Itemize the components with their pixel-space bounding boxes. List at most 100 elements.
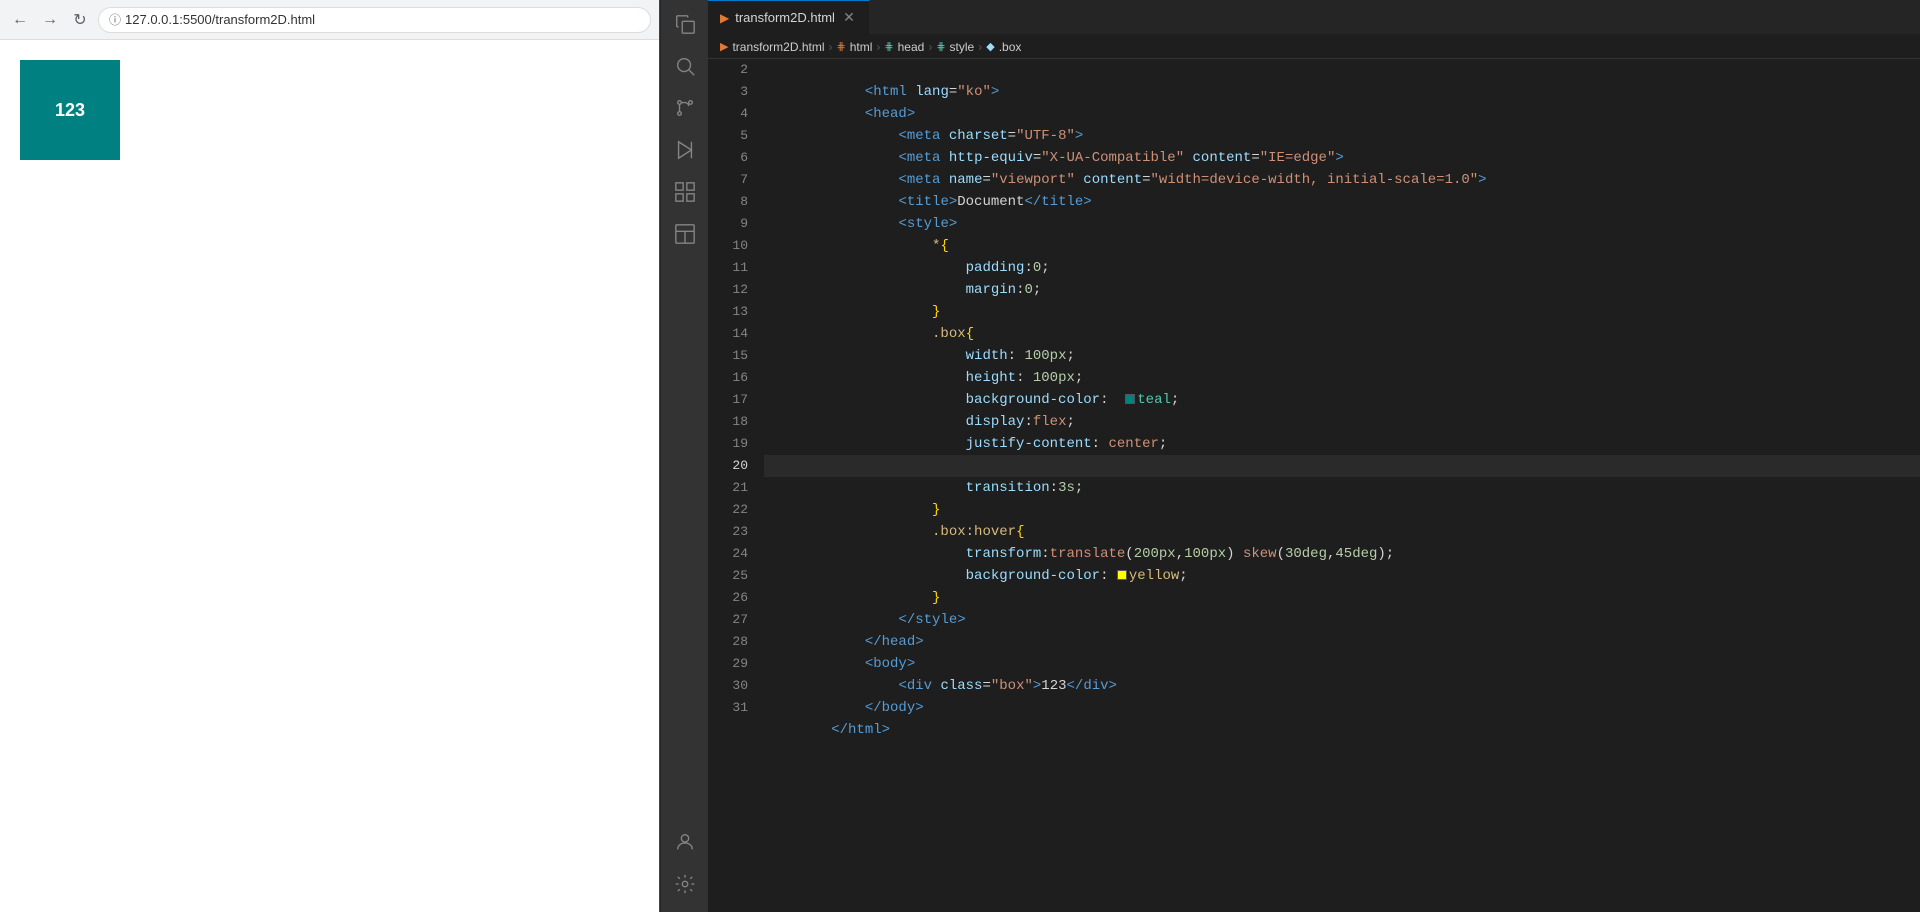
code-line-24: background-color: yellow;	[764, 543, 1920, 565]
code-line-4: <meta charset="UTF-8">	[764, 103, 1920, 125]
ln-18: 18	[708, 411, 748, 433]
code-line-23: transform:translate(200px,100px) skew(30…	[764, 521, 1920, 543]
ln-14: 14	[708, 323, 748, 345]
ln-7: 7	[708, 169, 748, 191]
ln-2: 2	[708, 59, 748, 81]
reload-button[interactable]: ↻	[68, 8, 92, 32]
code-line-2: <html lang="ko">	[764, 59, 1920, 81]
code-line-5: <meta http-equiv="X-UA-Compatible" conte…	[764, 125, 1920, 147]
bc-tag-icon-3: ⋕	[936, 40, 945, 53]
tab-close-button[interactable]: ✕	[841, 10, 857, 26]
url-text: 127.0.0.1:5500/transform2D.html	[125, 12, 315, 27]
code-line-15: height: 100px;	[764, 345, 1920, 367]
bc-style[interactable]: style	[950, 40, 975, 54]
code-line-10: padding:0;	[764, 235, 1920, 257]
ln-10: 10	[708, 235, 748, 257]
ln-4: 4	[708, 103, 748, 125]
bc-sep-2: ›	[876, 40, 880, 54]
browser-toolbar: ← → ↻ ⓘ 127.0.0.1:5500/transform2D.html	[0, 0, 659, 40]
code-content[interactable]: <html lang="ko"> <head> <meta charset="U…	[756, 59, 1920, 912]
account-icon[interactable]	[665, 822, 705, 862]
code-line-12: }	[764, 279, 1920, 301]
code-editor[interactable]: 2 3 4 5 6 7 8 9 10 11 12 13 14 15 16 17 …	[708, 59, 1920, 912]
code-line-6: <meta name="viewport" content="width=dev…	[764, 147, 1920, 169]
ln-30: 30	[708, 675, 748, 697]
tab-label: transform2D.html	[735, 10, 835, 25]
browser-content: 123	[0, 40, 659, 912]
code-line-17: display:flex;	[764, 389, 1920, 411]
ln-11: 11	[708, 257, 748, 279]
ln-6: 6	[708, 147, 748, 169]
ln-15: 15	[708, 345, 748, 367]
bc-head[interactable]: head	[898, 40, 925, 54]
code-line-29: <div class="box">123</div>	[764, 653, 1920, 675]
code-line-27: </head>	[764, 609, 1920, 631]
bc-html-icon: ▶	[720, 40, 728, 53]
code-line-9: *{	[764, 213, 1920, 235]
ln-26: 26	[708, 587, 748, 609]
code-line-3: <head>	[764, 81, 1920, 103]
ln-29: 29	[708, 653, 748, 675]
ln-19: 19	[708, 433, 748, 455]
back-button[interactable]: ←	[8, 8, 32, 32]
bc-dot-icon: ◆	[986, 40, 994, 53]
ln-23: 23	[708, 521, 748, 543]
bc-tag-icon-2: ⋕	[884, 40, 893, 53]
code-line-30: </body>	[764, 675, 1920, 697]
run-debug-icon[interactable]	[665, 130, 705, 170]
tab-bar: ▶ transform2D.html ✕	[708, 0, 1920, 35]
line-numbers: 2 3 4 5 6 7 8 9 10 11 12 13 14 15 16 17 …	[708, 59, 756, 912]
ln-17: 17	[708, 389, 748, 411]
ln-9: 9	[708, 213, 748, 235]
browser-pane: ← → ↻ ⓘ 127.0.0.1:5500/transform2D.html …	[0, 0, 660, 912]
code-line-7: <title>Document</title>	[764, 169, 1920, 191]
code-line-19: align-items: center;	[764, 433, 1920, 455]
code-line-8: <style>	[764, 191, 1920, 213]
ln-13: 13	[708, 301, 748, 323]
ln-8: 8	[708, 191, 748, 213]
ln-12: 12	[708, 279, 748, 301]
bc-box[interactable]: .box	[999, 40, 1022, 54]
lock-icon: ⓘ	[109, 11, 121, 28]
bc-tag-icon-1: ⋕	[837, 40, 846, 53]
code-line-16: background-color: teal;	[764, 367, 1920, 389]
activity-bar	[660, 0, 708, 912]
demo-number: 123	[55, 100, 85, 121]
ln-25: 25	[708, 565, 748, 587]
bc-sep-1: ›	[829, 40, 833, 54]
code-line-31: </html>	[764, 697, 1920, 719]
breadcrumb: ▶ transform2D.html › ⋕ html › ⋕ head › ⋕…	[708, 35, 1920, 59]
code-line-25: }	[764, 565, 1920, 587]
layout-icon[interactable]	[665, 214, 705, 254]
search-icon[interactable]	[665, 46, 705, 86]
activity-bar-bottom	[665, 822, 705, 912]
code-line-20: transition:3s;	[764, 455, 1920, 477]
code-line-13: .box{	[764, 301, 1920, 323]
ln-21: 21	[708, 477, 748, 499]
code-line-22: .box:hover{	[764, 499, 1920, 521]
extensions-icon[interactable]	[665, 172, 705, 212]
bc-sep-4: ›	[978, 40, 982, 54]
ln-24: 24	[708, 543, 748, 565]
html-file-icon: ▶	[720, 11, 729, 25]
bc-html[interactable]: html	[850, 40, 873, 54]
ln-31: 31	[708, 697, 748, 719]
code-line-21: }	[764, 477, 1920, 499]
ln-22: 22	[708, 499, 748, 521]
code-line-28: <body>	[764, 631, 1920, 653]
ln-27: 27	[708, 609, 748, 631]
forward-button[interactable]: →	[38, 8, 62, 32]
editor-tab[interactable]: ▶ transform2D.html ✕	[708, 0, 870, 34]
settings-icon[interactable]	[665, 864, 705, 904]
address-bar[interactable]: ⓘ 127.0.0.1:5500/transform2D.html	[98, 7, 651, 33]
code-line-14: width: 100px;	[764, 323, 1920, 345]
source-control-icon[interactable]	[665, 88, 705, 128]
demo-box: 123	[20, 60, 120, 160]
code-line-26: </style>	[764, 587, 1920, 609]
bc-sep-3: ›	[928, 40, 932, 54]
copy-icon[interactable]	[665, 4, 705, 44]
editor-pane: ▶ transform2D.html ✕ ▶ transform2D.html …	[708, 0, 1920, 912]
bc-file[interactable]: transform2D.html	[732, 40, 824, 54]
ln-28: 28	[708, 631, 748, 653]
ln-16: 16	[708, 367, 748, 389]
